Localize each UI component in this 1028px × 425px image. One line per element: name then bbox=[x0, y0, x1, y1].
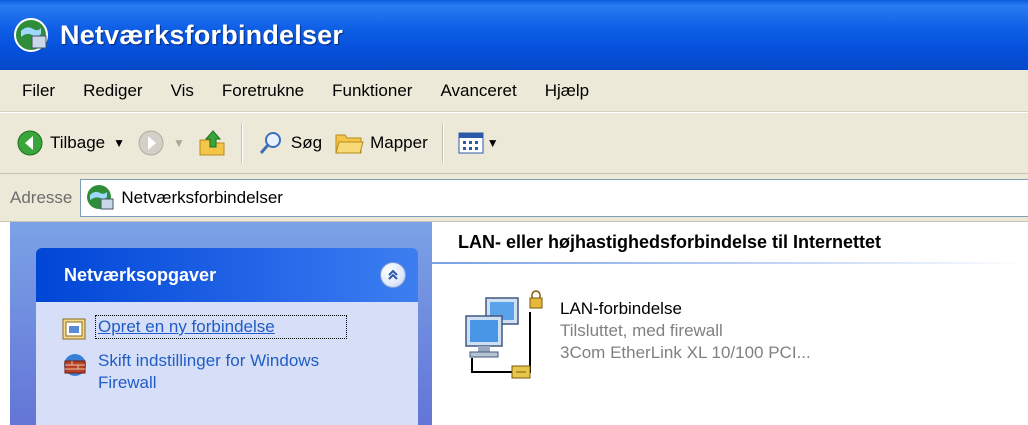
forward-button[interactable]: ▼ bbox=[131, 119, 191, 167]
folders-label: Mapper bbox=[370, 133, 428, 152]
task-group-header[interactable]: Netværksopgaver bbox=[36, 248, 418, 302]
menu-bar: Filer Rediger Vis Foretrukne Funktioner … bbox=[0, 70, 1028, 112]
menu-help[interactable]: Hjælp bbox=[531, 70, 603, 112]
search-magnifier-icon bbox=[259, 132, 281, 154]
connection-name: LAN-forbindelse bbox=[560, 299, 682, 318]
network-tasks-group: Netværksopgaver Opret en ny forbindelse bbox=[36, 248, 418, 425]
window-title: Netværksforbindelser bbox=[60, 19, 344, 50]
toolbar: Tilbage ▼ ▼ Søg Mapper ▼ bbox=[0, 112, 1028, 174]
section-divider bbox=[432, 262, 1028, 264]
menu-view[interactable]: Vis bbox=[157, 70, 208, 112]
lan-connection-icon bbox=[465, 290, 543, 379]
network-connections-icon bbox=[87, 184, 114, 209]
new-connection-icon bbox=[62, 318, 86, 340]
back-label: Tilbage bbox=[50, 133, 106, 152]
up-button[interactable] bbox=[191, 119, 233, 167]
create-connection-link[interactable]: Opret en ny forbindelse bbox=[62, 315, 418, 340]
firewall-settings-link[interactable]: Skift indstillinger for Windows Firewall bbox=[62, 350, 418, 394]
address-input[interactable]: Netværksforbindelser bbox=[80, 178, 1028, 217]
forward-arrow-icon bbox=[138, 130, 164, 156]
content-area: LAN- eller højhastighedsforbindelse til … bbox=[432, 222, 1028, 425]
firewall-icon bbox=[64, 354, 86, 376]
collapse-icon[interactable] bbox=[380, 262, 406, 288]
create-connection-label: Opret en ny forbindelse bbox=[95, 315, 347, 339]
address-value: Netværksforbindelser bbox=[121, 187, 283, 207]
menu-favorites[interactable]: Foretrukne bbox=[208, 70, 318, 112]
toolbar-separator-2 bbox=[441, 123, 444, 163]
firewall-settings-label: Skift indstillinger for Windows Firewall bbox=[98, 351, 320, 392]
lan-connection-details: LAN-forbindelse Tilsluttet, med firewall… bbox=[560, 298, 811, 390]
folders-icon bbox=[335, 134, 364, 154]
menu-edit[interactable]: Rediger bbox=[69, 70, 157, 112]
task-group-body: Opret en ny forbindelse Skift indstillin… bbox=[36, 302, 418, 425]
folders-button[interactable]: Mapper bbox=[328, 119, 434, 167]
lan-connection-item[interactable]: LAN-forbindelse Tilsluttet, med firewall… bbox=[460, 290, 811, 390]
menu-advanced[interactable]: Avanceret bbox=[426, 70, 530, 112]
views-icon bbox=[458, 132, 484, 154]
views-button[interactable]: ▼ bbox=[452, 119, 505, 167]
forward-dropdown-icon[interactable]: ▼ bbox=[173, 136, 185, 150]
back-arrow-icon bbox=[17, 130, 43, 156]
menu-tools[interactable]: Funktioner bbox=[318, 70, 426, 112]
toolbar-separator bbox=[240, 123, 243, 163]
back-button[interactable]: Tilbage ▼ bbox=[10, 119, 131, 167]
search-label: Søg bbox=[290, 133, 323, 152]
back-dropdown-icon[interactable]: ▼ bbox=[113, 136, 125, 150]
title-bar[interactable]: Netværksforbindelser bbox=[0, 0, 1028, 70]
task-group-title: Netværksopgaver bbox=[64, 264, 217, 285]
address-label: Adresse bbox=[10, 187, 73, 207]
connection-device: 3Com EtherLink XL 10/100 PCI... bbox=[560, 343, 811, 362]
views-dropdown-icon[interactable]: ▼ bbox=[487, 136, 499, 150]
search-button[interactable]: Søg bbox=[251, 119, 328, 167]
address-bar: Adresse Netværksforbindelser bbox=[0, 174, 1028, 222]
menu-file[interactable]: Filer bbox=[8, 70, 69, 112]
section-header: LAN- eller højhastighedsforbindelse til … bbox=[458, 232, 882, 252]
up-folder-icon bbox=[199, 130, 225, 156]
task-pane: Netværksopgaver Opret en ny forbindelse bbox=[0, 222, 432, 425]
connection-status: Tilsluttet, med firewall bbox=[560, 321, 723, 340]
network-connections-icon bbox=[14, 18, 48, 52]
